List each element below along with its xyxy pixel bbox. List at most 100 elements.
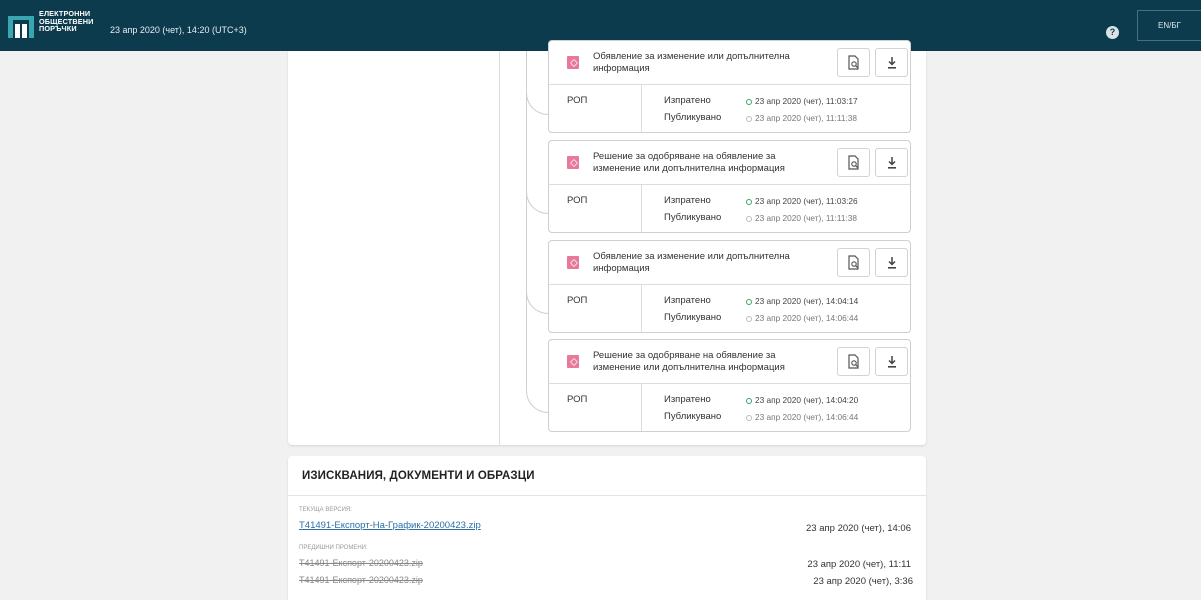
preview-button[interactable]	[837, 248, 870, 277]
document-title[interactable]: Решение за одобряване на обявление за из…	[593, 350, 823, 374]
document-header: Обявление за изменение или допълнителна …	[549, 41, 910, 85]
previous-file-link[interactable]: T41491-Експорт-20200423.zip	[299, 575, 423, 585]
published-label: Публикувано	[664, 212, 722, 223]
sent-date: 23 апр 2020 (чет), 11:03:17	[755, 96, 858, 106]
current-file-link[interactable]: T41491-Експорт-На-График-20200423.zip	[299, 520, 481, 531]
file-preview-icon	[847, 55, 859, 70]
status-dot-icon	[746, 315, 752, 322]
preview-button[interactable]	[837, 148, 870, 177]
published-date: 23 апр 2020 (чет), 11:11:38	[755, 113, 857, 123]
sent-date: 23 апр 2020 (чет), 14:04:14	[755, 296, 859, 306]
document-entry: Решение за одобряване на обявление за из…	[548, 140, 911, 233]
status-dot-icon	[746, 198, 752, 205]
preview-button[interactable]	[837, 347, 870, 376]
pdf-icon	[567, 355, 579, 368]
pdf-icon	[567, 156, 579, 169]
document-details: РОП Изпратено 23 апр 2020 (чет), 14:04:2…	[549, 384, 910, 431]
published-date: 23 апр 2020 (чет), 14:06:44	[755, 412, 859, 422]
timeline-connector	[526, 93, 548, 115]
published-label: Публикувано	[664, 411, 722, 422]
status-dot-icon	[746, 98, 752, 105]
column-divider	[499, 51, 500, 445]
preview-button[interactable]	[837, 48, 870, 77]
document-details: РОП Изпратено 23 апр 2020 (чет), 11:03:1…	[549, 85, 910, 132]
pdf-icon	[567, 56, 579, 69]
documents-card: ИЗИСКВАНИЯ, ДОКУМЕНТИ И ОБРАЗЦИ ТЕКУЩА В…	[288, 456, 926, 600]
download-icon	[887, 356, 896, 368]
sent-value: 23 апр 2020 (чет), 11:03:17	[746, 96, 858, 106]
download-button[interactable]	[875, 248, 908, 277]
download-button[interactable]	[875, 48, 908, 77]
published-date: 23 апр 2020 (чет), 14:06:44	[755, 313, 859, 323]
pdf-icon	[567, 256, 579, 269]
published-value: 23 апр 2020 (чет), 14:06:44	[746, 313, 858, 323]
document-org: РОП	[567, 394, 588, 405]
previous-changes-label: ПРЕДИШНИ ПРОМЕНИ:	[299, 545, 368, 551]
logo-text: ЕЛЕКТРОННИ ОБЩЕСТВЕНИ ПОРЪЧКИ	[39, 10, 93, 33]
sent-value: 23 апр 2020 (чет), 14:04:20	[746, 395, 858, 405]
document-entry: Решение за одобряване на обявление за из…	[548, 339, 911, 432]
section-divider	[288, 495, 926, 496]
published-label: Публикувано	[664, 112, 722, 123]
details-divider	[641, 384, 642, 431]
status-dot-icon	[746, 215, 752, 222]
timeline-connector	[526, 192, 548, 214]
sent-date: 23 апр 2020 (чет), 11:03:26	[755, 196, 858, 206]
sent-value: 23 апр 2020 (чет), 14:04:14	[746, 296, 858, 306]
file-preview-icon	[847, 354, 859, 369]
sent-label: Изпратено	[664, 95, 711, 106]
document-header: Решение за одобряване на обявление за из…	[549, 340, 910, 384]
document-header: Решение за одобряване на обявление за из…	[549, 141, 910, 185]
published-value: 23 апр 2020 (чет), 11:11:38	[746, 113, 857, 123]
file-preview-icon	[847, 255, 859, 270]
document-header: Обявление за изменение или допълнителна …	[549, 241, 910, 285]
download-icon	[887, 257, 896, 269]
document-title[interactable]: Обявление за изменение или допълнителна …	[593, 51, 823, 75]
published-date: 23 апр 2020 (чет), 11:11:38	[755, 213, 857, 223]
status-dot-icon	[746, 397, 752, 404]
document-entry: Обявление за изменение или допълнителна …	[548, 240, 911, 333]
document-org: РОП	[567, 95, 588, 106]
document-title[interactable]: Решение за одобряване на обявление за из…	[593, 151, 823, 175]
document-entry: Обявление за изменение или допълнителна …	[548, 40, 911, 133]
question-circle-icon[interactable]: ?	[1106, 26, 1119, 39]
download-icon	[887, 157, 896, 169]
sent-value: 23 апр 2020 (чет), 11:03:26	[746, 196, 858, 206]
document-title[interactable]: Обявление за изменение или допълнителна …	[593, 251, 823, 275]
site-logo[interactable]: ЕЛЕКТРОННИ ОБЩЕСТВЕНИ ПОРЪЧКИ	[8, 10, 93, 44]
status-dot-icon	[746, 298, 752, 305]
previous-file-link[interactable]: T41491-Експорт-20200423.zip	[299, 558, 423, 568]
published-value: 23 апр 2020 (чет), 11:11:38	[746, 213, 857, 223]
timeline-card: Обявление за изменение или допълнителна …	[288, 40, 926, 445]
published-value: 23 апр 2020 (чет), 14:06:44	[746, 412, 858, 422]
details-divider	[641, 285, 642, 332]
status-dot-icon	[746, 414, 752, 421]
published-label: Публикувано	[664, 312, 722, 323]
document-org: РОП	[567, 195, 588, 206]
previous-file-date: 23 апр 2020 (чет), 3:36	[813, 576, 913, 587]
current-version-label: ТЕКУЩА ВЕРСИЯ:	[299, 507, 352, 513]
download-button[interactable]	[875, 347, 908, 376]
timeline-connector	[526, 391, 548, 413]
current-datetime: 23 апр 2020 (чет), 14:20 (UTC+3)	[110, 25, 247, 35]
document-details: РОП Изпратено 23 апр 2020 (чет), 14:04:1…	[549, 285, 910, 332]
timeline-connector	[526, 292, 548, 314]
download-button[interactable]	[875, 148, 908, 177]
details-divider	[641, 185, 642, 232]
sent-label: Изпратено	[664, 295, 711, 306]
status-dot-icon	[746, 115, 752, 122]
logo-mark-icon	[8, 16, 34, 38]
sent-label: Изпратено	[664, 195, 711, 206]
document-org: РОП	[567, 295, 588, 306]
previous-file-date: 23 апр 2020 (чет), 11:11	[807, 559, 911, 570]
language-switch-button[interactable]: EN/БГ	[1137, 10, 1201, 41]
document-details: РОП Изпратено 23 апр 2020 (чет), 11:03:2…	[549, 185, 910, 232]
details-divider	[641, 85, 642, 132]
logo-line-3: ПОРЪЧКИ	[39, 24, 77, 33]
current-file-date: 23 апр 2020 (чет), 14:06	[806, 523, 911, 534]
sent-label: Изпратено	[664, 394, 711, 405]
timeline-line	[526, 51, 527, 391]
download-icon	[887, 57, 896, 69]
section-title: ИЗИСКВАНИЯ, ДОКУМЕНТИ И ОБРАЗЦИ	[302, 470, 535, 482]
sent-date: 23 апр 2020 (чет), 14:04:20	[755, 395, 859, 405]
